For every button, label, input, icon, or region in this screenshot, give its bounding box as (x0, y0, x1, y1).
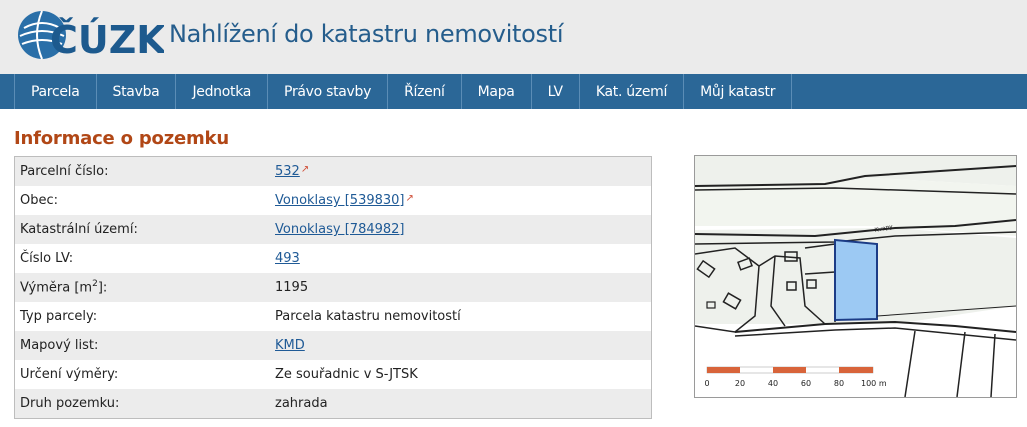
area-value: 1195 (270, 273, 652, 302)
table-row: Parcelní číslo: 532↗ (14, 156, 652, 186)
municipality-label: Obec: (14, 186, 270, 215)
app-header: ČÚZK Nahlížení do katastru nemovitostí (0, 0, 1027, 74)
app-title: Nahlížení do katastru nemovitostí (169, 20, 564, 48)
logo-text: ČÚZK (50, 18, 164, 62)
nav-rizeni[interactable]: Řízení (388, 74, 462, 109)
area-determination-label: Určení výměry: (14, 360, 270, 389)
scale-tick-label: 60 (801, 379, 811, 388)
map-sheet-link[interactable]: KMD (275, 338, 305, 353)
scale-tick-label: 80 (834, 379, 844, 388)
municipality-link[interactable]: Vonoklasy [539830] (275, 193, 405, 208)
scale-tick-label: 0 (704, 379, 709, 388)
parcel-number-link[interactable]: 532 (275, 164, 300, 179)
parcel-number-cell: 532↗ (270, 156, 652, 186)
parcel-map[interactable]: Kvapy 0 20 40 60 80 100 m (694, 155, 1017, 398)
page-title: Informace o pozemku (14, 128, 229, 149)
lv-number-link[interactable]: 493 (275, 251, 300, 266)
cuzk-logo[interactable]: ČÚZK (14, 8, 167, 64)
map-sheet-cell: KMD (270, 331, 652, 360)
cadastral-area-link[interactable]: Vonoklasy [784982] (275, 222, 405, 237)
selected-parcel[interactable] (834, 238, 878, 322)
parcel-number-label: Parcelní číslo: (14, 156, 270, 186)
nav-pravo-stavby[interactable]: Právo stavby (268, 74, 389, 109)
cadastral-area-label: Katastrální území: (14, 215, 270, 244)
nav-muj-katastr[interactable]: Můj katastr (684, 74, 793, 109)
nav-kat-uzemi[interactable]: Kat. území (580, 74, 685, 109)
table-row: Určení výměry: Ze souřadnic v S-JTSK (14, 360, 652, 389)
area-label: Výměra [m2]: (14, 273, 270, 302)
main-nav: Parcela Stavba Jednotka Právo stavby Říz… (0, 74, 1027, 109)
nav-mapa[interactable]: Mapa (462, 74, 532, 109)
nav-lv[interactable]: LV (532, 74, 580, 109)
cadastral-area-cell: Vonoklasy [784982] (270, 215, 652, 244)
land-type-value: zahrada (270, 389, 652, 419)
table-row: Katastrální území: Vonoklasy [784982] (14, 215, 652, 244)
lv-number-cell: 493 (270, 244, 652, 273)
lv-number-label: Číslo LV: (14, 244, 270, 273)
map-canvas: Kvapy 0 20 40 60 80 100 m (695, 156, 1016, 397)
parcel-info-table: Parcelní číslo: 532↗ Obec: Vonoklasy [53… (14, 156, 652, 419)
area-determination-value: Ze souřadnic v S-JTSK (270, 360, 652, 389)
table-row: Mapový list: KMD (14, 331, 652, 360)
nav-jednotka[interactable]: Jednotka (176, 74, 269, 109)
land-type-label: Druh pozemku: (14, 389, 270, 419)
municipality-cell: Vonoklasy [539830]↗ (270, 186, 652, 215)
parcel-type-value: Parcela katastru nemovitostí (270, 302, 652, 331)
table-row: Druh pozemku: zahrada (14, 389, 652, 419)
table-row: Typ parcely: Parcela katastru nemovitost… (14, 302, 652, 331)
nav-stavba[interactable]: Stavba (97, 74, 177, 109)
area-label-end: ]: (97, 280, 108, 296)
nav-parcela[interactable]: Parcela (14, 74, 97, 109)
parcel-type-label: Typ parcely: (14, 302, 270, 331)
area-label-main: Výměra [m (20, 280, 93, 296)
external-link-icon[interactable]: ↗ (406, 193, 414, 204)
map-sheet-label: Mapový list: (14, 331, 270, 360)
table-row: Číslo LV: 493 (14, 244, 652, 273)
scale-tick-label: 20 (735, 379, 745, 388)
scale-tick-label: 100 m (861, 379, 887, 388)
scale-tick-label: 40 (768, 379, 778, 388)
external-link-icon[interactable]: ↗ (301, 164, 309, 175)
table-row: Obec: Vonoklasy [539830]↗ (14, 186, 652, 215)
table-row: Výměra [m2]: 1195 (14, 273, 652, 302)
